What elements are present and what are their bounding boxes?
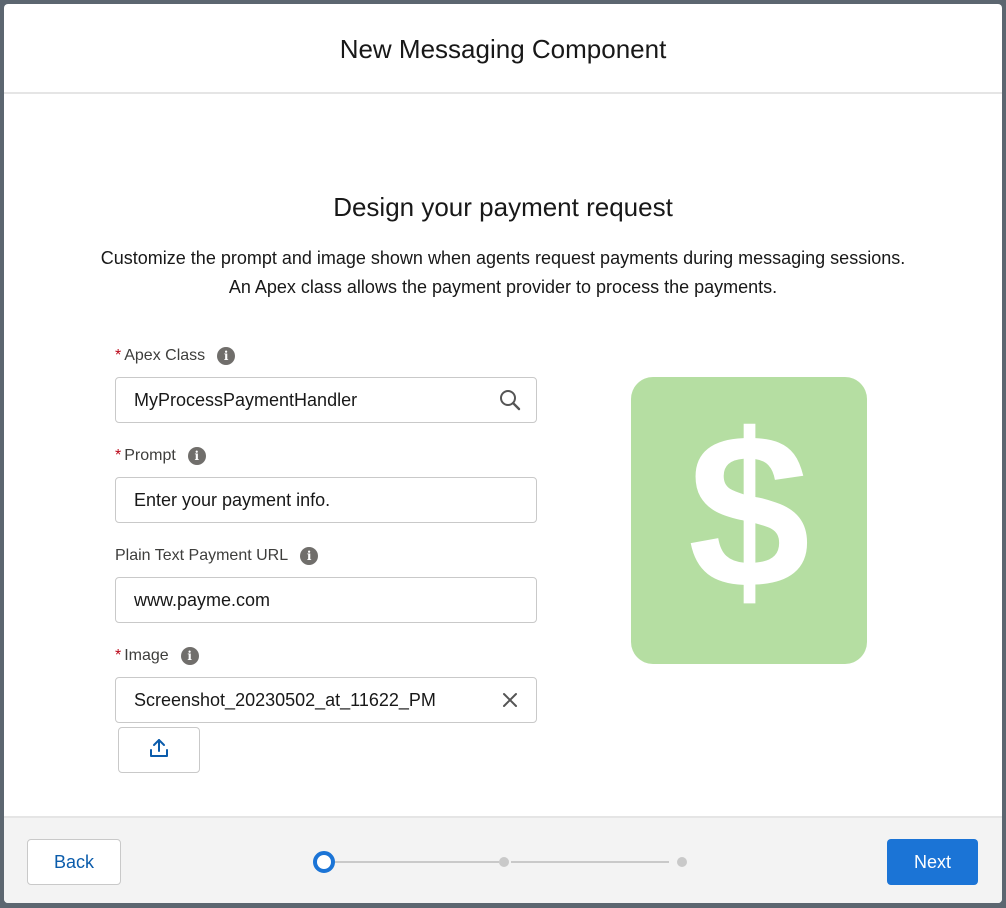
prompt-value: Enter your payment info.	[134, 489, 331, 510]
apex-class-input[interactable]: MyProcessPaymentHandler	[115, 377, 537, 423]
clear-icon[interactable]	[498, 688, 522, 712]
page-description: Customize the prompt and image shown whe…	[100, 248, 906, 297]
image-label-text: Image	[124, 647, 169, 664]
modal-body: Design your payment request Customize th…	[4, 94, 1002, 817]
modal-header: New Messaging Component	[4, 4, 1002, 94]
payment-url-field: Plain Text Payment URL i www.payme.com	[115, 545, 537, 623]
modal-dialog: New Messaging Component Design your paym…	[4, 4, 1002, 903]
progress-step-1-active[interactable]	[313, 851, 335, 873]
image-field: * Image i Screenshot_20230502_at_11622_P…	[115, 645, 537, 723]
payment-url-label-text: Plain Text Payment URL	[115, 547, 289, 564]
required-marker: *	[115, 347, 122, 364]
payment-url-input[interactable]: www.payme.com	[115, 577, 537, 623]
prompt-field: * Prompt i Enter your payment info.	[115, 445, 537, 523]
required-marker: *	[115, 647, 122, 664]
image-value: Screenshot_20230502_at_11622_PM	[134, 689, 436, 710]
info-icon[interactable]: i	[300, 547, 319, 565]
payment-url-value: www.payme.com	[134, 589, 271, 610]
progress-line	[335, 861, 499, 863]
image-input[interactable]: Screenshot_20230502_at_11622_PM	[115, 677, 537, 723]
info-icon[interactable]: i	[187, 447, 206, 465]
back-button[interactable]: Back	[27, 839, 121, 885]
upload-button[interactable]	[118, 727, 200, 773]
apex-class-label-text: Apex Class	[124, 347, 206, 364]
progress-indicator	[313, 850, 689, 874]
search-icon[interactable]	[498, 388, 522, 412]
apex-class-field: * Apex Class i MyProcessPaymentHandler	[115, 345, 537, 423]
prompt-label: * Prompt i	[115, 445, 537, 467]
payment-url-label: Plain Text Payment URL i	[115, 545, 537, 567]
upload-icon	[148, 737, 170, 764]
apex-class-value: MyProcessPaymentHandler	[134, 389, 358, 410]
info-icon[interactable]: i	[217, 347, 236, 365]
progress-step-3[interactable]	[677, 857, 687, 867]
payment-preview-image: $	[631, 377, 867, 664]
progress-step-2[interactable]	[499, 857, 509, 867]
prompt-label-text: Prompt	[124, 447, 176, 464]
apex-class-label: * Apex Class i	[115, 345, 537, 367]
prompt-input[interactable]: Enter your payment info.	[115, 477, 537, 523]
required-marker: *	[115, 447, 122, 464]
next-button[interactable]: Next	[887, 839, 978, 885]
dollar-glyph: $	[688, 388, 810, 634]
modal-footer: Back Next	[4, 816, 1002, 903]
dollar-icon: $	[688, 388, 810, 634]
image-label: * Image i	[115, 645, 537, 667]
page-heading: Design your payment request	[333, 192, 673, 222]
modal-title: New Messaging Component	[339, 33, 667, 64]
progress-line	[511, 861, 669, 863]
info-icon[interactable]: i	[180, 647, 199, 665]
